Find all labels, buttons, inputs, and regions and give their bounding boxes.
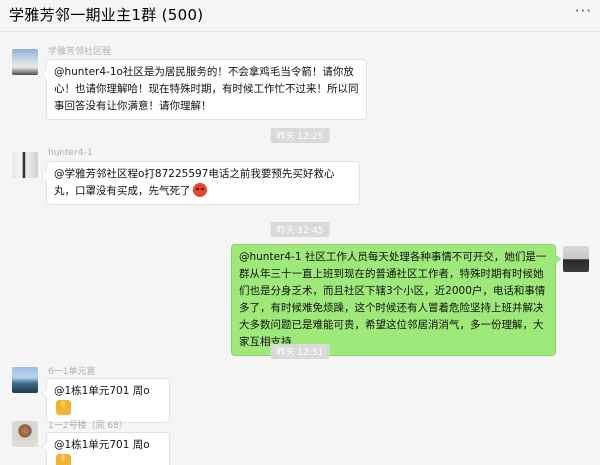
thumbs-up-icon — [56, 454, 71, 465]
self-avatar-icon[interactable] — [563, 246, 589, 272]
self-message-bubble[interactable]: @hunter4-1 社区工作人员每天处理各种事情不可开交，她们是一群从年三十一… — [231, 244, 561, 356]
message-sender: 1一2号楼（周 68） — [48, 421, 128, 431]
message-bubble[interactable]: @1栋1单元701 周o — [41, 432, 170, 465]
chat-header: 学雅芳邻一期业主1群 (500) ··· — [0, 0, 600, 32]
message-sender: 学雅芳邻社区程 — [48, 47, 112, 57]
message-sender: hunter4-1 — [48, 148, 93, 158]
message-list[interactable]: 学雅芳邻社区程 @hunter4-1o社区是为居民服务的！不会拿鸡毛当令箭！请你… — [0, 33, 600, 465]
message-bubble[interactable]: @1栋1单元701 周o — [41, 378, 170, 423]
chat-title: 学雅芳邻一期业主1群 (500) — [9, 6, 204, 24]
landscape-avatar-icon[interactable] — [12, 49, 38, 75]
message-text: @1栋1单元701 周o — [54, 385, 150, 397]
mushroom-avatar-icon[interactable] — [12, 421, 38, 447]
message-text: @1栋1单元701 周o — [54, 439, 150, 451]
person-avatar-icon[interactable] — [12, 152, 38, 178]
timestamp: 昨天 12:45 — [270, 222, 330, 237]
scenery-avatar-icon[interactable] — [12, 367, 38, 393]
more-options-icon[interactable]: ··· — [575, 2, 592, 20]
thumbs-up-icon — [56, 400, 71, 415]
angry-face-icon — [192, 183, 207, 197]
timestamp: 昨天 12:51 — [270, 344, 330, 359]
message-bubble[interactable]: @学雅芳邻社区程o打87225597电话之前我要预先买好救心丸，口罩没有买成，先… — [41, 161, 360, 205]
message-bubble[interactable]: @hunter4-1o社区是为居民服务的！不会拿鸡毛当令箭！请你放心！也请你理解… — [41, 59, 367, 120]
message-sender: 6一1单元富 — [48, 367, 96, 377]
timestamp: 昨天 12:25 — [270, 128, 330, 143]
